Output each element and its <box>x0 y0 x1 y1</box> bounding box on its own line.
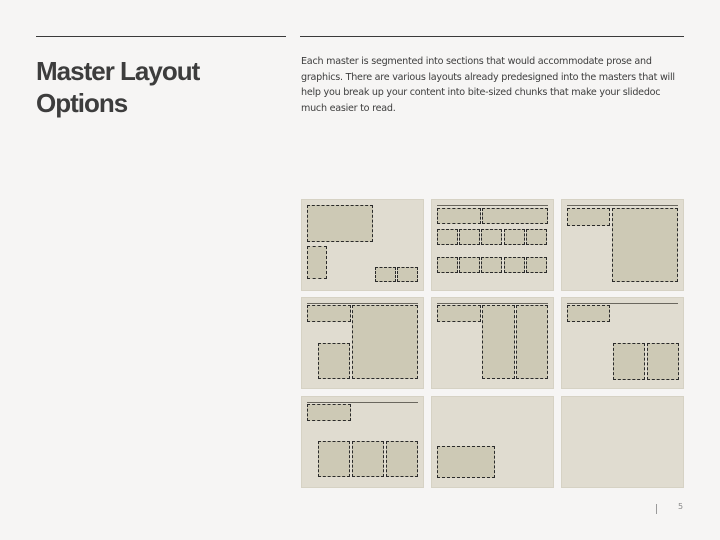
page-title: Master Layout Options <box>36 56 200 118</box>
placeholder-box <box>459 257 480 273</box>
layout-thumbnail-1 <box>301 199 424 291</box>
layout-thumbnail-3 <box>561 199 684 291</box>
placeholder-box <box>481 257 502 273</box>
placeholder-box <box>397 267 418 282</box>
description-text: Each master is segmented into sections t… <box>301 56 675 114</box>
placeholder-box <box>567 305 610 322</box>
placeholder-box <box>482 305 515 379</box>
placeholder-box <box>526 257 547 273</box>
placeholder-box <box>352 305 418 379</box>
layout-thumbnail-4 <box>301 297 424 389</box>
placeholder-box <box>318 343 350 379</box>
placeholder-box <box>516 305 548 379</box>
layout-thumbnail-5 <box>431 297 554 389</box>
layout-thumbnail-6 <box>561 297 684 389</box>
placeholder-box <box>459 229 480 245</box>
placeholder-box <box>526 229 547 245</box>
placeholder-box <box>504 229 525 245</box>
placeholder-box <box>437 229 458 245</box>
heading-line <box>437 303 548 304</box>
heading-line <box>307 402 418 403</box>
footer-divider <box>656 504 657 514</box>
placeholder-box <box>307 305 351 322</box>
layout-thumbnail-2 <box>431 199 554 291</box>
layout-thumbnail-7 <box>301 396 424 488</box>
placeholder-box <box>307 205 373 242</box>
heading-line <box>567 303 678 304</box>
placeholder-box <box>437 305 481 322</box>
placeholder-box <box>307 246 327 279</box>
placeholder-box <box>386 441 418 477</box>
placeholder-box <box>612 208 678 282</box>
placeholder-box <box>481 229 502 245</box>
heading-line <box>307 303 418 304</box>
placeholder-box <box>307 404 351 421</box>
placeholder-box <box>613 343 645 380</box>
title-rule <box>36 36 286 37</box>
layout-thumbnail-8 <box>431 396 554 488</box>
heading-line <box>567 205 678 206</box>
placeholder-box <box>437 446 495 478</box>
page-number: 5 <box>678 502 684 511</box>
placeholder-box <box>375 267 396 282</box>
heading-line <box>437 205 548 206</box>
placeholder-box <box>318 441 350 477</box>
placeholder-box <box>647 343 679 380</box>
placeholder-box <box>437 208 481 224</box>
placeholder-box <box>567 208 610 226</box>
placeholder-box <box>504 257 525 273</box>
body-rule <box>300 36 684 37</box>
placeholder-box <box>352 441 384 477</box>
placeholder-box <box>437 257 458 273</box>
layout-thumbnail-9 <box>561 396 684 488</box>
placeholder-box <box>482 208 548 224</box>
